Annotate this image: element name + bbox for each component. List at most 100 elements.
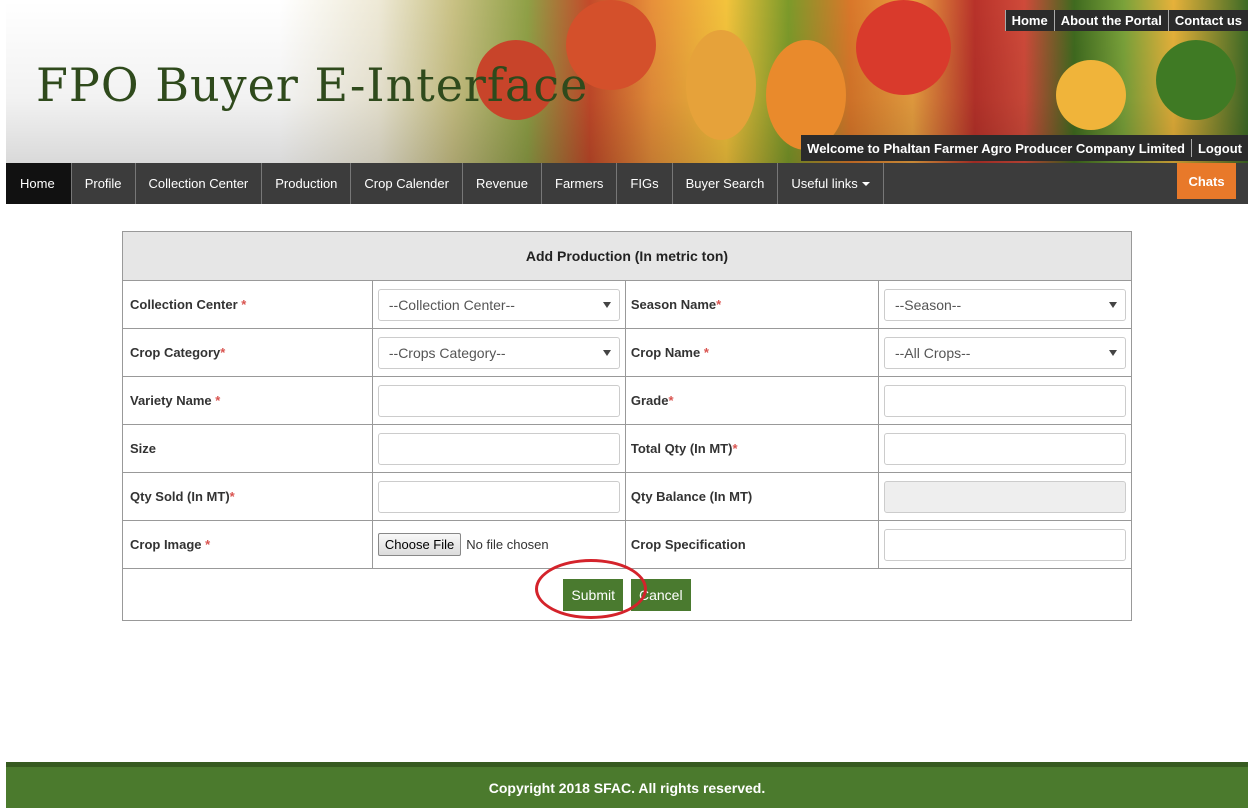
qty-sold-cell	[371, 472, 626, 521]
nav-item-profile[interactable]: Profile	[72, 163, 136, 204]
nav-item-figs[interactable]: FIGs	[617, 163, 673, 204]
required-mark: *	[703, 345, 709, 360]
label-text: Crop Category	[130, 345, 221, 360]
cancel-button[interactable]: Cancel	[630, 578, 691, 611]
total-qty-input[interactable]	[883, 432, 1126, 465]
season-name-label: Season Name*	[624, 280, 879, 329]
required-mark: *	[668, 393, 674, 408]
nav-item-farmers[interactable]: Farmers	[542, 163, 618, 204]
label-text: Crop Specification	[630, 537, 746, 552]
size-input[interactable]	[377, 432, 620, 465]
site-title: FPO Buyer E-Interface	[36, 58, 589, 112]
collection-center-label: Collection Center *	[122, 280, 373, 329]
label-text: Crop Image	[130, 537, 202, 552]
top-link-home[interactable]: Home	[1004, 10, 1054, 31]
nav-item-label: Useful links	[791, 176, 858, 191]
footer: Copyright 2018 SFAC. All rights reserved…	[6, 762, 1248, 808]
banner-fruit-image	[1156, 40, 1236, 120]
add-production-form: Add Production (In metric ton) Collectio…	[122, 231, 1133, 621]
crop-image-label: Crop Image *	[122, 520, 373, 569]
welcome-bar: Welcome to Phaltan Farmer Agro Producer …	[801, 135, 1248, 161]
form-actions: Submit Cancel	[122, 558, 1132, 621]
dropdown-arrow-icon	[602, 349, 611, 356]
crop-spec-cell	[877, 520, 1133, 569]
dropdown-arrow-icon	[1108, 349, 1117, 356]
label-text: Crop Name	[630, 345, 701, 360]
size-label: Size	[122, 424, 373, 473]
nav-item-collection-center[interactable]: Collection Center	[136, 163, 263, 204]
grade-input[interactable]	[883, 384, 1126, 417]
collection-center-select[interactable]: --Collection Center--	[377, 288, 620, 321]
label-text: Total Qty (In MT)	[630, 441, 733, 456]
select-value: --All Crops--	[894, 344, 971, 361]
dropdown-arrow-icon	[602, 301, 611, 308]
dropdown-arrow-icon	[1108, 301, 1117, 308]
crop-image-cell: Choose File No file chosen	[371, 520, 626, 569]
select-value: --Season--	[894, 296, 962, 313]
crop-name-cell: --All Crops--	[877, 328, 1133, 377]
qty-sold-input[interactable]	[377, 480, 620, 513]
season-select[interactable]: --Season--	[883, 288, 1126, 321]
crop-spec-input[interactable]	[883, 528, 1126, 561]
season-name-cell: --Season--	[877, 280, 1133, 329]
required-mark: *	[220, 345, 226, 360]
nav-item-useful-links[interactable]: Useful links	[778, 163, 884, 204]
submit-button[interactable]: Submit	[563, 578, 623, 611]
collection-center-cell: --Collection Center--	[371, 280, 626, 329]
nav-item-production[interactable]: Production	[262, 163, 352, 204]
crop-name-select[interactable]: --All Crops--	[883, 336, 1126, 369]
top-link-contact[interactable]: Contact us	[1167, 10, 1248, 31]
welcome-text: Welcome to Phaltan Farmer Agro Producer …	[807, 140, 1185, 156]
required-mark: *	[215, 393, 221, 408]
crop-spec-label: Crop Specification	[624, 520, 879, 569]
banner-fruit-image	[856, 0, 951, 95]
main-nav: Home Profile Collection Center Productio…	[6, 163, 1248, 204]
file-picker: Choose File No file chosen	[377, 533, 620, 556]
nav-item-home[interactable]: Home	[6, 163, 72, 204]
variety-name-cell	[371, 376, 626, 425]
caret-down-icon	[861, 181, 870, 186]
label-text: Collection Center	[130, 297, 238, 312]
required-mark: *	[241, 297, 247, 312]
label-text: Season Name	[630, 297, 717, 312]
header-banner: FPO Buyer E-Interface Home About the Por…	[6, 0, 1248, 163]
label-text: Size	[130, 441, 157, 456]
qty-balance-input	[883, 480, 1126, 513]
form-title: Add Production (In metric ton)	[122, 231, 1132, 281]
file-status: No file chosen	[466, 537, 549, 552]
nav-item-crop-calender[interactable]: Crop Calender	[351, 163, 463, 204]
banner-fruit-image	[766, 40, 846, 150]
action-buttons: Submit Cancel	[535, 558, 691, 619]
nav-item-buyer-search[interactable]: Buyer Search	[673, 163, 779, 204]
required-mark: *	[229, 489, 235, 504]
qty-balance-cell	[877, 472, 1133, 521]
variety-name-input[interactable]	[377, 384, 620, 417]
qty-sold-label: Qty Sold (In MT)*	[122, 472, 373, 521]
chats-button[interactable]: Chats	[1177, 163, 1236, 199]
label-text: Variety Name	[130, 393, 212, 408]
choose-file-button[interactable]: Choose File	[377, 533, 462, 556]
qty-balance-label: Qty Balance (In MT)	[624, 472, 879, 521]
grade-label: Grade*	[624, 376, 879, 425]
crop-category-select[interactable]: --Crops Category--	[377, 336, 620, 369]
top-link-about[interactable]: About the Portal	[1053, 10, 1168, 31]
crop-category-label: Crop Category*	[122, 328, 373, 377]
logout-link[interactable]: Logout	[1192, 141, 1248, 156]
select-value: --Crops Category--	[388, 344, 506, 361]
required-mark: *	[205, 537, 211, 552]
crop-category-cell: --Crops Category--	[371, 328, 626, 377]
banner-fruit-image	[1056, 60, 1126, 130]
top-links: Home About the Portal Contact us	[1004, 10, 1248, 31]
select-value: --Collection Center--	[388, 296, 515, 313]
label-text: Grade	[630, 393, 669, 408]
total-qty-cell	[877, 424, 1133, 473]
size-cell	[371, 424, 626, 473]
variety-name-label: Variety Name *	[122, 376, 373, 425]
grade-cell	[877, 376, 1133, 425]
banner-fruit-image	[686, 30, 756, 140]
label-text: Qty Sold (In MT)	[130, 489, 230, 504]
nav-item-revenue[interactable]: Revenue	[463, 163, 543, 204]
total-qty-label: Total Qty (In MT)*	[624, 424, 879, 473]
crop-name-label: Crop Name *	[624, 328, 879, 377]
required-mark: *	[732, 441, 738, 456]
